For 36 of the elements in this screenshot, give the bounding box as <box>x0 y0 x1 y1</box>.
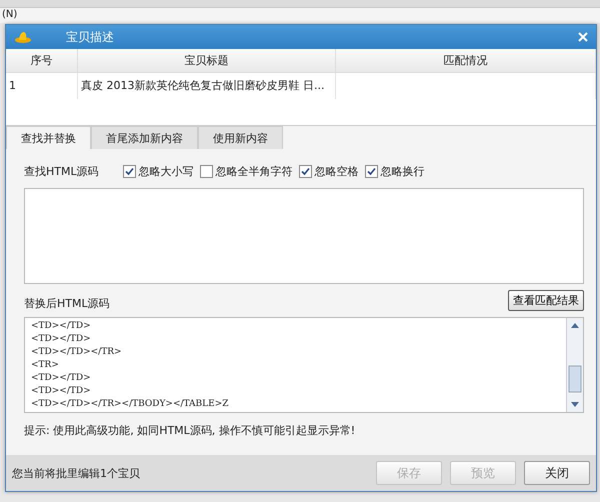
hat-icon <box>14 30 32 44</box>
replace-label: 替换后HTML源码 <box>24 296 110 311</box>
code-field[interactable]: <TD></TD> <TD></TD> <TD></TD></TR> <TR> <TD></TD> <TD></TD> <TD></TD></TR></TBODY></TABLE>Z <box>24 317 584 413</box>
scrollbar[interactable] <box>566 318 583 412</box>
hint-text: 提示: 使用此高级功能, 如同HTML源码, 操作不慎可能引起显示异常! <box>24 423 356 438</box>
code-line: <TR> <box>31 359 60 372</box>
checkbox-label: 忽略空格 <box>314 164 359 178</box>
dialog-button[interactable]: 关闭 <box>524 461 590 485</box>
code-line: <TD></TD> <box>31 385 92 398</box>
window-title: 宝贝描述 <box>66 28 115 46</box>
checkbox[interactable] <box>364 164 378 178</box>
column-header[interactable]: 宝贝标题 <box>78 49 336 72</box>
table-cell: 1 <box>6 73 78 99</box>
code-line: <TD></TD> <box>31 372 92 385</box>
table-cell: 真皮 2013新款英伦纯色复古做旧磨砂皮男鞋 日... <box>78 73 336 99</box>
find-label: 查找HTML源码 <box>24 164 99 178</box>
status-text: 您当前将批里编辑1个宝贝 <box>12 466 141 480</box>
code-line: <TD></TD></TR> <box>31 346 123 359</box>
checkbox[interactable] <box>298 164 312 178</box>
code-line: <TD></TD> <box>31 333 92 346</box>
menu-item[interactable]: (N) <box>2 9 18 20</box>
checkbox-label: 忽略全半角字符 <box>216 164 293 178</box>
checkbox-label: 忽略换行 <box>380 164 425 178</box>
column-header[interactable]: 序号 <box>6 49 78 72</box>
view-results-button[interactable]: 查看匹配结果 <box>508 290 584 311</box>
checkbox[interactable] <box>200 164 213 178</box>
tab[interactable]: 使用新内容 <box>198 126 283 149</box>
column-header[interactable]: 匹配情况 <box>336 49 596 72</box>
tab[interactable]: 查找并替换 <box>6 126 91 149</box>
checkbox[interactable] <box>122 164 136 178</box>
code-line: <TD></TD></TR></TBODY></TABLE>Z <box>31 398 230 411</box>
code-line: <TD></TD> <box>31 320 92 333</box>
checkbox-label: 忽略大小写 <box>138 164 194 178</box>
close-icon[interactable] <box>578 32 588 42</box>
tab[interactable]: 首尾添加新内容 <box>91 126 198 149</box>
find-field[interactable] <box>24 188 584 284</box>
